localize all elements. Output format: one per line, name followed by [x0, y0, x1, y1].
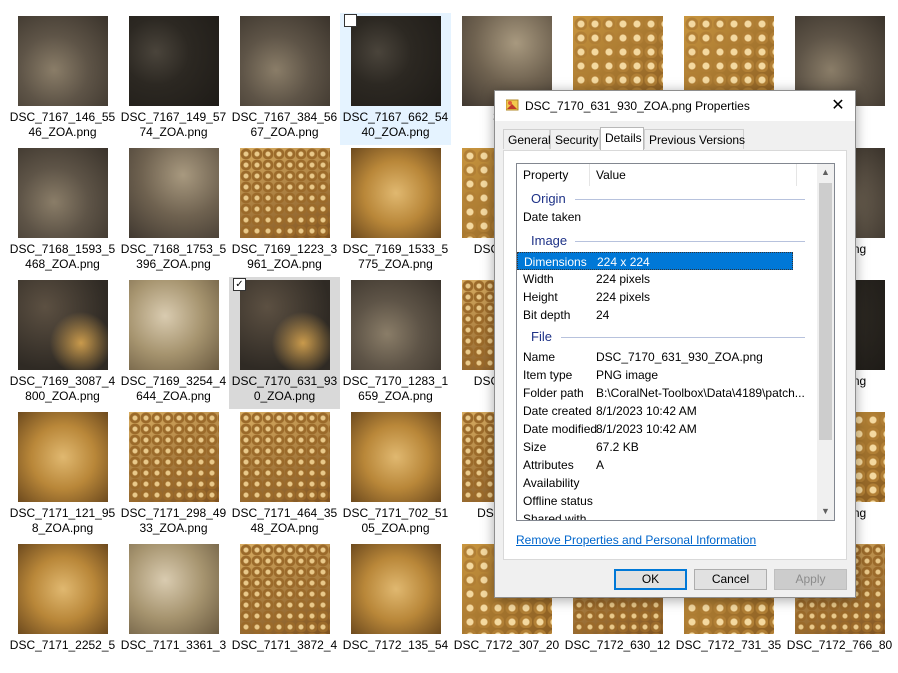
- thumbnail-image: [240, 148, 330, 238]
- thumbnail-label: DSC_7169_3087_4800_ZOA.png: [9, 374, 116, 403]
- thumbnail-image: [18, 148, 108, 238]
- thumbnail-label: DSC_7171_3872_4: [231, 638, 338, 652]
- thumbnail-image: [351, 148, 441, 238]
- thumbnail-label: DSC_7167_149_5774_ZOA.png: [120, 110, 227, 139]
- column-header-property[interactable]: Property: [517, 164, 590, 186]
- tab-details[interactable]: Details: [600, 127, 644, 150]
- group-divider: [561, 337, 805, 338]
- thumbnail-label: DSC_7169_3254_4644_ZOA.png: [120, 374, 227, 403]
- thumbnail-label: DSC_7171_2252_5: [9, 638, 116, 652]
- thumbnail-item[interactable]: DSC_7171_3872_4: [229, 541, 340, 673]
- thumbnail-image: [129, 148, 219, 238]
- remove-properties-link[interactable]: Remove Properties and Personal Informati…: [516, 533, 756, 547]
- thumbnail-label: DSC_7169_1223_3961_ZOA.png: [231, 242, 338, 271]
- thumbnail-item[interactable]: DSC_7167_384_5667_ZOA.png: [229, 13, 340, 145]
- thumbnail-image: [18, 16, 108, 106]
- thumbnail-label: DSC_7171_464_3548_ZOA.png: [231, 506, 338, 535]
- thumbnail-item[interactable]: DSC_7171_298_4933_ZOA.png: [118, 409, 229, 541]
- thumbnail-label: DSC_7167_384_5667_ZOA.png: [231, 110, 338, 139]
- dialog-titlebar[interactable]: DSC_7170_631_930_ZOA.png Properties ✕: [495, 91, 855, 121]
- thumbnail-image: [18, 544, 108, 634]
- cancel-button[interactable]: Cancel: [694, 569, 767, 590]
- scroll-down-icon[interactable]: ▼: [817, 503, 834, 520]
- properties-list[interactable]: Property Value Origin Date taken Image D…: [516, 163, 835, 521]
- thumbnail-image: [351, 280, 441, 370]
- tab-previous-versions[interactable]: Previous Versions: [644, 129, 745, 149]
- thumbnail-image: [129, 412, 219, 502]
- group-divider: [575, 241, 805, 242]
- thumbnail-image: [18, 280, 108, 370]
- thumbnail-label: DSC_7168_1753_5396_ZOA.png: [120, 242, 227, 271]
- thumbnail-image: [129, 16, 219, 106]
- thumbnail-item[interactable]: DSC_7167_149_5774_ZOA.png: [118, 13, 229, 145]
- column-header-value[interactable]: Value: [590, 164, 797, 186]
- thumbnail-image: [351, 16, 441, 106]
- dialog-title: DSC_7170_631_930_ZOA.png Properties: [525, 99, 750, 113]
- thumbnail-item[interactable]: DSC_7167_662_5440_ZOA.png: [340, 13, 451, 145]
- thumbnail-label: DSC_7170_1283_1659_ZOA.png: [342, 374, 449, 403]
- thumbnail-label: DSC_7172_630_12: [564, 638, 671, 652]
- apply-button[interactable]: Apply: [774, 569, 847, 590]
- thumbnail-label: DSC_7170_631_930_ZOA.png: [231, 374, 338, 403]
- thumbnail-label: DSC_7172_766_80: [786, 638, 893, 652]
- scroll-up-icon[interactable]: ▲: [817, 164, 834, 181]
- list-item[interactable]: Dimensions 224 x 224: [517, 252, 793, 270]
- image-file-icon: [506, 99, 519, 111]
- thumbnail-item[interactable]: DSC_7167_146_5546_ZOA.png: [7, 13, 118, 145]
- thumbnail-label: DSC_7172_135_54: [342, 638, 449, 652]
- thumbnail-label: DSC_7172_731_35: [675, 638, 782, 652]
- thumbnail-item[interactable]: DSC_7169_1223_3961_ZOA.png: [229, 145, 340, 277]
- thumbnail-item[interactable]: DSC_7170_1283_1659_ZOA.png: [340, 277, 451, 409]
- thumbnail-image: [240, 16, 330, 106]
- selection-checkbox[interactable]: ✓: [233, 278, 246, 291]
- thumbnail-label: DSC_7171_702_5105_ZOA.png: [342, 506, 449, 535]
- thumbnail-item[interactable]: DSC_7169_3087_4800_ZOA.png: [7, 277, 118, 409]
- thumbnail-item[interactable]: DSC_7169_1533_5775_ZOA.png: [340, 145, 451, 277]
- group-image: Image: [531, 233, 568, 248]
- thumbnail-label: DSC_7172_307_20: [453, 638, 560, 652]
- scrollbar-thumb[interactable]: [819, 183, 832, 440]
- thumbnail-item[interactable]: DSC_7168_1593_5468_ZOA.png: [7, 145, 118, 277]
- group-file: File: [531, 329, 552, 344]
- close-icon[interactable]: ✕: [821, 91, 855, 121]
- thumbnail-image: [18, 412, 108, 502]
- thumbnail-image: [240, 412, 330, 502]
- thumbnail-label: DSC_7168_1593_5468_ZOA.png: [9, 242, 116, 271]
- thumbnail-item[interactable]: DSC_7171_702_5105_ZOA.png: [340, 409, 451, 541]
- thumbnail-image: [351, 544, 441, 634]
- thumbnail-label: DSC_7169_1533_5775_ZOA.png: [342, 242, 449, 271]
- thumbnail-item[interactable]: DSC_7171_464_3548_ZOA.png: [229, 409, 340, 541]
- details-panel: Property Value Origin Date taken Image D…: [503, 150, 847, 560]
- tab-security[interactable]: Security: [550, 129, 600, 149]
- thumbnail-image: [129, 280, 219, 370]
- thumbnail-item[interactable]: DSC_7171_3361_3: [118, 541, 229, 673]
- thumbnail-item[interactable]: DSC_7168_1753_5396_ZOA.png: [118, 145, 229, 277]
- thumbnail-image: [129, 544, 219, 634]
- group-origin: Origin: [531, 191, 566, 206]
- thumbnail-item[interactable]: DSC_7172_135_54: [340, 541, 451, 673]
- thumbnail-label: DSC_7171_3361_3: [120, 638, 227, 652]
- thumbnail-image: [240, 280, 330, 370]
- thumbnail-label: DSC_7171_121_958_ZOA.png: [9, 506, 116, 535]
- thumbnail-image: [351, 412, 441, 502]
- thumbnail-label: DSC_7171_298_4933_ZOA.png: [120, 506, 227, 535]
- selection-checkbox[interactable]: [344, 14, 357, 27]
- vertical-scrollbar[interactable]: ▲ ▼: [817, 164, 834, 520]
- thumbnail-label: DSC_7167_662_5440_ZOA.png: [342, 110, 449, 139]
- thumbnail-item[interactable]: DSC_7171_121_958_ZOA.png: [7, 409, 118, 541]
- thumbnail-item[interactable]: ✓ DSC_7170_631_930_ZOA.png: [229, 277, 340, 409]
- thumbnail-label: DSC_7167_146_5546_ZOA.png: [9, 110, 116, 139]
- thumbnail-item[interactable]: DSC_7169_3254_4644_ZOA.png: [118, 277, 229, 409]
- tab-general[interactable]: General: [503, 129, 551, 149]
- ok-button[interactable]: OK: [614, 569, 687, 590]
- group-divider: [575, 199, 805, 200]
- thumbnail-item[interactable]: DSC_7171_2252_5: [7, 541, 118, 673]
- properties-dialog: DSC_7170_631_930_ZOA.png Properties ✕ Ge…: [494, 90, 856, 598]
- thumbnail-image: [240, 544, 330, 634]
